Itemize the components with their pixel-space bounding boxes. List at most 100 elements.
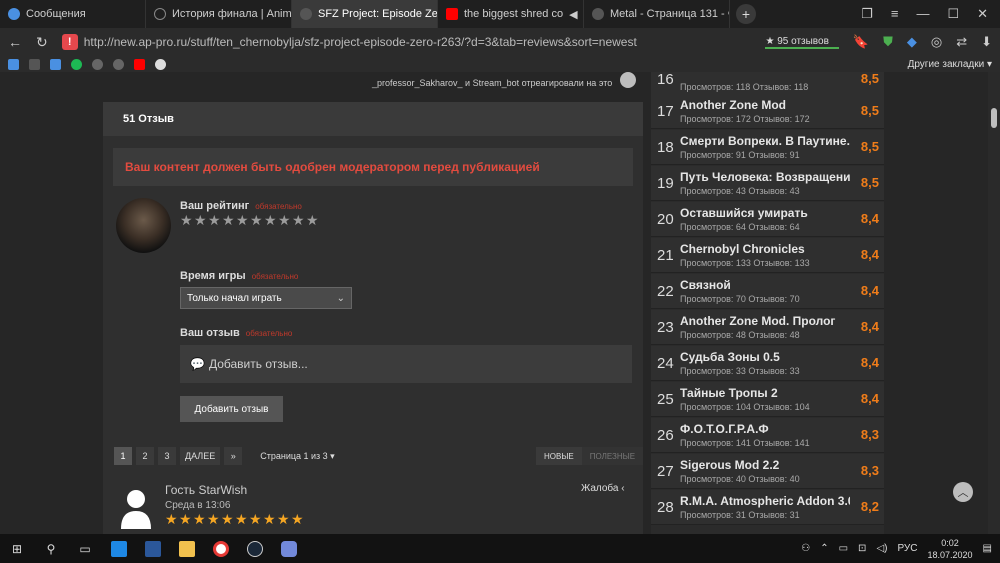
other-bookmarks[interactable]: Другие закладки ▾ <box>908 59 992 70</box>
minimize-icon[interactable]: — <box>916 6 929 22</box>
scrollbar-thumb[interactable] <box>991 108 997 128</box>
rank-title[interactable]: Путь Человека: Возвращение <box>680 170 850 184</box>
network-icon[interactable]: ⊡ <box>858 543 866 554</box>
rank-title[interactable]: Тайные Тропы 2 <box>680 386 850 400</box>
battery-icon[interactable]: ▭ <box>839 543 848 554</box>
site-icon[interactable] <box>92 58 103 70</box>
volume-icon[interactable]: ◁) <box>876 543 887 554</box>
rank-title[interactable]: Судьба Зоны 0.5 <box>680 350 850 364</box>
bookmark-icon[interactable]: 🔖 <box>853 34 869 50</box>
rank-title[interactable]: Another Zone Mod <box>680 98 850 112</box>
list-item[interactable]: 26 Ф.О.Т.О.Г.Р.А.Ф Просмотров: 141 Отзыв… <box>651 418 884 453</box>
list-item[interactable]: 21 Chernobyl Chronicles Просмотров: 133 … <box>651 238 884 273</box>
bookmark-icon[interactable] <box>29 58 40 70</box>
menu-icon[interactable]: ≡ <box>891 6 899 22</box>
scroll-to-top-button[interactable]: ︿ <box>953 482 973 502</box>
sort-newest[interactable]: НОВЫЕ <box>536 447 582 465</box>
page-info[interactable]: Страница 1 из 3 ▾ <box>260 451 334 462</box>
download-icon[interactable]: ⬇ <box>981 34 992 50</box>
list-item[interactable]: 28 R.M.A. Atmospheric Addon 3.0 Просмотр… <box>651 490 884 525</box>
close-icon[interactable]: ✕ <box>977 6 988 22</box>
people-icon[interactable]: ⚇ <box>801 543 810 554</box>
list-item[interactable]: 20 Оставшийся умирать Просмотров: 64 Отз… <box>651 202 884 237</box>
star-icon[interactable]: ★ <box>306 213 319 227</box>
page-1[interactable]: 1 <box>114 447 132 465</box>
list-item[interactable]: 24 Судьба Зоны 0.5 Просмотров: 33 Отзыво… <box>651 346 884 381</box>
yandex-browser-icon[interactable] <box>204 534 238 563</box>
rating-stars[interactable]: ★ ★ ★ ★ ★ ★ ★ ★ ★ ★ <box>180 213 319 227</box>
list-item[interactable]: 27 Sigerous Mod 2.2 Просмотров: 40 Отзыв… <box>651 454 884 489</box>
star-icon[interactable]: ★ <box>180 213 193 227</box>
chevron-up-icon[interactable]: ⌃ <box>820 543 828 554</box>
reload-icon[interactable]: ↻ <box>36 34 48 51</box>
star-icon[interactable]: ★ <box>208 213 221 227</box>
reviewer-name[interactable]: Гость StarWish <box>165 483 247 497</box>
translate-icon[interactable] <box>50 58 61 70</box>
discord-icon[interactable] <box>272 534 306 563</box>
language-indicator[interactable]: РУС <box>897 543 917 554</box>
store-icon[interactable] <box>102 534 136 563</box>
url-field[interactable]: ! http://new.ap-pro.ru/stuff/ten_chernob… <box>61 31 752 53</box>
shield-icon[interactable]: ⛊ <box>883 34 893 50</box>
reaction-icon[interactable] <box>620 72 636 88</box>
scrollbar[interactable] <box>988 72 1000 534</box>
tab-metal[interactable]: Metal - Страница 131 - Фо <box>584 0 730 28</box>
last-page-button[interactable]: » <box>224 447 243 465</box>
rank-title[interactable]: Связной <box>680 278 850 292</box>
star-icon[interactable]: ★ <box>264 213 277 227</box>
star-icon[interactable]: ★ <box>236 213 249 227</box>
steam-icon[interactable] <box>238 534 272 563</box>
notifications-icon[interactable]: ▤ <box>983 543 992 554</box>
rank-title[interactable]: Ф.О.Т.О.Г.Р.А.Ф <box>680 422 850 436</box>
rank-title[interactable]: Another Zone Mod. Пролог <box>680 314 850 328</box>
search-icon[interactable]: ⚲ <box>34 534 68 563</box>
list-item[interactable]: 22 Связной Просмотров: 70 Отзывов: 70 8,… <box>651 274 884 309</box>
list-item[interactable]: 18 Смерти Вопреки. В Паутине... Просмотр… <box>651 130 884 165</box>
star-icon[interactable]: ★ <box>292 213 305 227</box>
rank-title[interactable]: Sigerous Mod 2.2 <box>680 458 850 472</box>
clock[interactable]: 0:02 18.07.2020 <box>928 537 973 561</box>
tab-animen[interactable]: История финала | Animen <box>146 0 292 28</box>
report-link[interactable]: Жалоба ‹ <box>581 483 625 494</box>
review-input[interactable]: 💬 Добавить отзыв... <box>180 345 632 383</box>
extension-icon[interactable]: ◆ <box>907 34 917 50</box>
sort-useful[interactable]: ПОЛЕЗНЫЕ <box>581 447 644 465</box>
speaker-icon[interactable]: ◀ <box>569 8 577 21</box>
reviews-badge[interactable]: ★ 95 отзывов <box>765 36 839 49</box>
tabs-icon[interactable]: ❐ <box>861 6 873 22</box>
spotify-icon[interactable] <box>71 58 82 70</box>
youtube-icon[interactable] <box>134 58 145 70</box>
back-arrow-icon[interactable]: ← <box>8 34 22 50</box>
site-icon[interactable] <box>155 58 166 70</box>
playtime-select[interactable]: Только начал играть ⌄ <box>180 287 352 309</box>
word-icon[interactable] <box>136 534 170 563</box>
pause-icon[interactable] <box>8 58 19 70</box>
add-review-button[interactable]: Добавить отзыв <box>180 396 283 422</box>
tab-sfz-project[interactable]: SFZ Project: Episode Zero ✕ <box>292 0 438 28</box>
page-2[interactable]: 2 <box>136 447 154 465</box>
tab-youtube[interactable]: the biggest shred co ◀ ✕ <box>438 0 584 28</box>
star-icon[interactable]: ★ <box>194 213 207 227</box>
rank-title[interactable]: Оставшийся умирать <box>680 206 850 220</box>
maximize-icon[interactable]: ☐ <box>947 6 959 22</box>
list-item[interactable]: 23 Another Zone Mod. Пролог Просмотров: … <box>651 310 884 345</box>
translate-icon[interactable]: ⇄ <box>956 34 967 50</box>
list-item[interactable]: 17 Another Zone Mod Просмотров: 172 Отзы… <box>651 94 884 129</box>
rank-title[interactable]: Chernobyl Chronicles <box>680 242 850 256</box>
next-page-button[interactable]: ДАЛЕЕ <box>180 447 221 465</box>
warning-icon[interactable]: ! <box>61 34 78 50</box>
rank-title[interactable]: Смерти Вопреки. В Паутине... <box>680 134 850 148</box>
globe-icon[interactable]: ◎ <box>931 34 942 50</box>
page-3[interactable]: 3 <box>158 447 176 465</box>
new-tab-button[interactable]: + <box>736 4 756 24</box>
rank-title[interactable]: R.M.A. Atmospheric Addon 3.0 <box>680 494 850 508</box>
star-icon[interactable]: ★ <box>250 213 263 227</box>
task-view-icon[interactable]: ▭ <box>68 534 102 563</box>
star-icon[interactable]: ★ <box>222 213 235 227</box>
list-item[interactable]: 25 Тайные Тропы 2 Просмотров: 104 Отзыво… <box>651 382 884 417</box>
tab-messages[interactable]: Сообщения <box>0 0 146 28</box>
site-icon[interactable] <box>113 58 124 70</box>
list-item[interactable]: 19 Путь Человека: Возвращение Просмотров… <box>651 166 884 201</box>
folder-icon[interactable] <box>170 534 204 563</box>
windows-start-icon[interactable]: ⊞ <box>0 534 34 563</box>
